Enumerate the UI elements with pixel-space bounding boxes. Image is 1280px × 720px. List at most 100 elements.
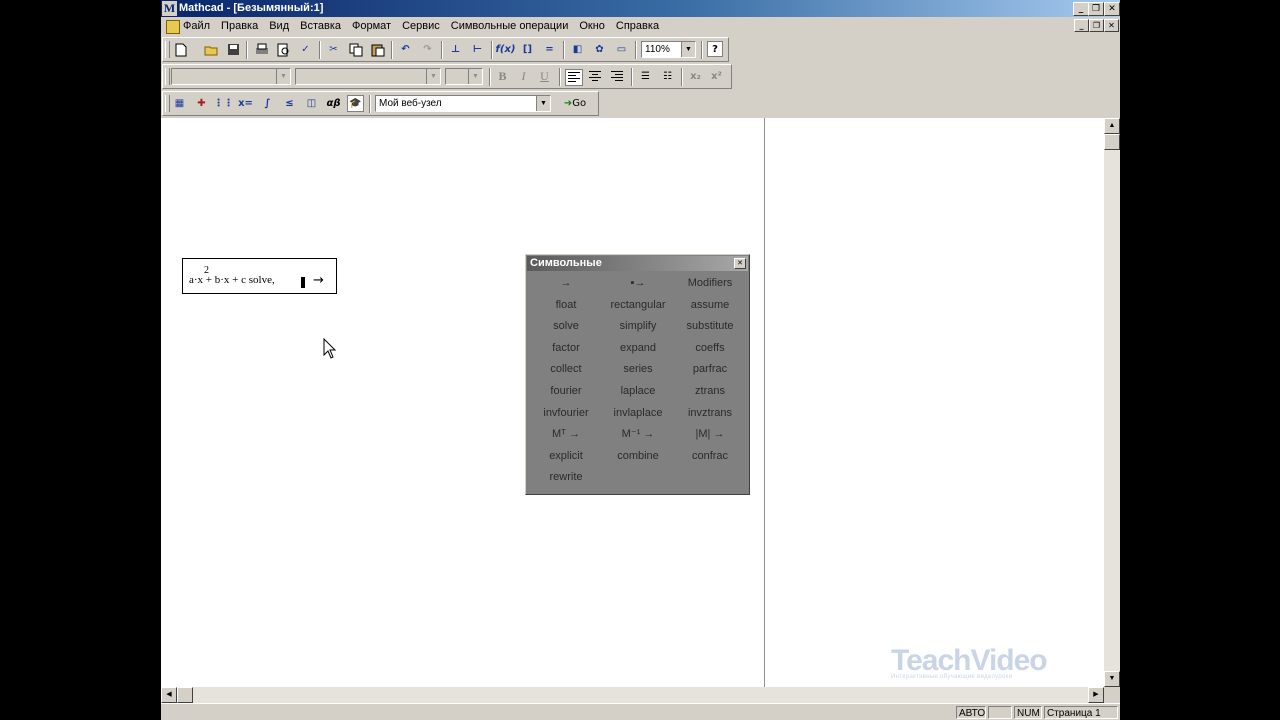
menu-help[interactable]: Справка — [616, 20, 659, 32]
align-down-icon[interactable]: ⊢ — [469, 41, 486, 58]
menu-tools[interactable]: Сервис — [402, 20, 440, 32]
palette-item[interactable]: coeffs — [674, 338, 746, 360]
worksheet[interactable]: a·x + b·x + c solve, 2 → Символьные ✕ → ▪… — [161, 118, 1104, 687]
copy-icon[interactable] — [347, 41, 364, 58]
bullet-list-icon[interactable]: ☰ — [637, 68, 654, 85]
graph-icon[interactable]: ✚ — [193, 95, 210, 112]
align-across-icon[interactable]: ⊥ — [447, 41, 464, 58]
chevron-down-icon[interactable]: ▼ — [426, 69, 440, 84]
palette-item[interactable]: M⁻¹ → — [602, 424, 674, 446]
vertical-scroll-thumb[interactable] — [1104, 134, 1120, 150]
programming-icon[interactable]: ◫ — [303, 95, 320, 112]
scroll-up-icon[interactable]: ▲ — [1104, 118, 1120, 134]
doc-restore-button[interactable]: ❐ — [1089, 19, 1104, 32]
minimize-button[interactable]: _ — [1073, 2, 1089, 16]
palette-item[interactable]: invztrans — [674, 403, 746, 425]
undo-icon[interactable]: ↶ — [397, 41, 414, 58]
palette-item[interactable]: collect — [530, 359, 602, 381]
menu-edit[interactable]: Правка — [221, 20, 258, 32]
palette-item[interactable]: laplace — [602, 381, 674, 403]
insert-function-icon[interactable]: f(x) — [496, 41, 516, 58]
calculus-icon[interactable]: ∫ — [259, 95, 276, 112]
paste-icon[interactable] — [369, 41, 386, 58]
palette-item[interactable]: Modifiers — [674, 273, 746, 295]
print-icon[interactable] — [253, 41, 270, 58]
palette-item[interactable]: simplify — [602, 316, 674, 338]
palette-item[interactable]: fourier — [530, 381, 602, 403]
horizontal-scrollbar[interactable]: ◀ ▶ — [161, 687, 1104, 703]
zoom-select[interactable]: 110% ▼ — [641, 41, 696, 58]
open-folder-icon[interactable] — [203, 41, 220, 58]
palette-item[interactable]: combine — [602, 446, 674, 468]
restore-button[interactable]: ❐ — [1088, 2, 1104, 16]
menu-symbolics[interactable]: Символьные операции — [451, 20, 569, 32]
palette-item[interactable]: expand — [602, 338, 674, 360]
menu-view[interactable]: Вид — [269, 20, 289, 32]
palette-item[interactable]: |M| → — [674, 424, 746, 446]
palette-item[interactable]: ztrans — [674, 381, 746, 403]
palette-item[interactable]: parfrac — [674, 359, 746, 381]
italic-button[interactable]: I — [515, 68, 532, 85]
align-right-icon[interactable] — [609, 69, 625, 84]
bold-button[interactable]: B — [494, 68, 511, 85]
greek-icon[interactable]: αβ — [325, 95, 342, 112]
menu-insert[interactable]: Вставка — [300, 20, 341, 32]
palette-item[interactable]: explicit — [530, 446, 602, 468]
palette-item[interactable]: factor — [530, 338, 602, 360]
menu-file[interactable]: Файл — [183, 20, 210, 32]
align-left-icon[interactable] — [565, 69, 583, 86]
palette-item[interactable]: assume — [674, 295, 746, 317]
print-preview-icon[interactable] — [275, 41, 292, 58]
palette-item[interactable]: Mᵀ → — [530, 424, 602, 446]
chevron-down-icon[interactable]: ▼ — [681, 42, 695, 57]
palette-item[interactable]: rectangular — [602, 295, 674, 317]
document-icon[interactable] — [166, 20, 180, 34]
font-select[interactable]: ▼ — [295, 68, 441, 85]
horizontal-scroll-thumb[interactable] — [177, 687, 193, 703]
style-select[interactable]: ▼ — [171, 68, 291, 85]
chevron-down-icon[interactable]: ▼ — [536, 96, 550, 111]
insert-component-icon[interactable]: ◧ — [569, 41, 586, 58]
menu-format[interactable]: Формат — [352, 20, 391, 32]
scroll-left-icon[interactable]: ◀ — [161, 687, 177, 703]
resources-icon[interactable]: ✿ — [591, 41, 608, 58]
palette-item[interactable]: ▪→ — [602, 273, 674, 295]
new-document-icon[interactable] — [172, 41, 189, 58]
subscript-icon[interactable]: x₂ — [687, 68, 704, 85]
palette-titlebar[interactable]: Символьные ✕ — [527, 256, 748, 271]
insert-unit-icon[interactable]: [] — [519, 41, 536, 58]
palette-item[interactable]: → — [530, 273, 602, 295]
doc-close-button[interactable]: ✕ — [1104, 19, 1119, 32]
web-location-select[interactable]: Мой веб-узел ▼ — [375, 95, 551, 112]
palette-item[interactable]: series — [602, 359, 674, 381]
numbered-list-icon[interactable]: ☷ — [659, 68, 676, 85]
boolean-icon[interactable]: ≤ — [281, 95, 298, 112]
palette-item[interactable]: float — [530, 295, 602, 317]
calculate-icon[interactable]: = — [541, 41, 558, 58]
save-disk-icon[interactable] — [225, 41, 242, 58]
calculator-icon[interactable]: ▦ — [171, 95, 188, 112]
font-size-select[interactable]: ▼ — [445, 68, 483, 85]
spell-check-icon[interactable]: ✓ — [297, 41, 314, 58]
help-icon[interactable]: ? — [707, 41, 723, 57]
palette-close-button[interactable]: ✕ — [734, 258, 746, 269]
close-button[interactable]: ✕ — [1104, 2, 1120, 16]
palette-item[interactable]: rewrite — [530, 467, 602, 489]
palette-item[interactable]: invlaplace — [602, 403, 674, 425]
underline-button[interactable]: U — [536, 68, 553, 85]
math-region[interactable]: a·x + b·x + c solve, 2 → — [182, 258, 337, 294]
align-center-icon[interactable] — [587, 69, 603, 84]
go-button[interactable]: ➜ Go — [557, 95, 593, 112]
superscript-icon[interactable]: x² — [708, 68, 725, 85]
symbolic-palette-icon[interactable]: 🎓 — [347, 95, 364, 112]
palette-item[interactable]: substitute — [674, 316, 746, 338]
vertical-scrollbar[interactable]: ▲ ▼ — [1104, 118, 1120, 687]
scroll-right-icon[interactable]: ▶ — [1088, 687, 1104, 703]
evaluation-icon[interactable]: x= — [237, 95, 254, 112]
redo-icon[interactable]: ↷ — [419, 41, 436, 58]
chevron-down-icon[interactable]: ▼ — [276, 69, 290, 84]
cut-icon[interactable]: ✂ — [325, 41, 342, 58]
palette-item[interactable]: invfourier — [530, 403, 602, 425]
insert-region-icon[interactable]: ▭ — [613, 41, 630, 58]
palette-item[interactable]: solve — [530, 316, 602, 338]
